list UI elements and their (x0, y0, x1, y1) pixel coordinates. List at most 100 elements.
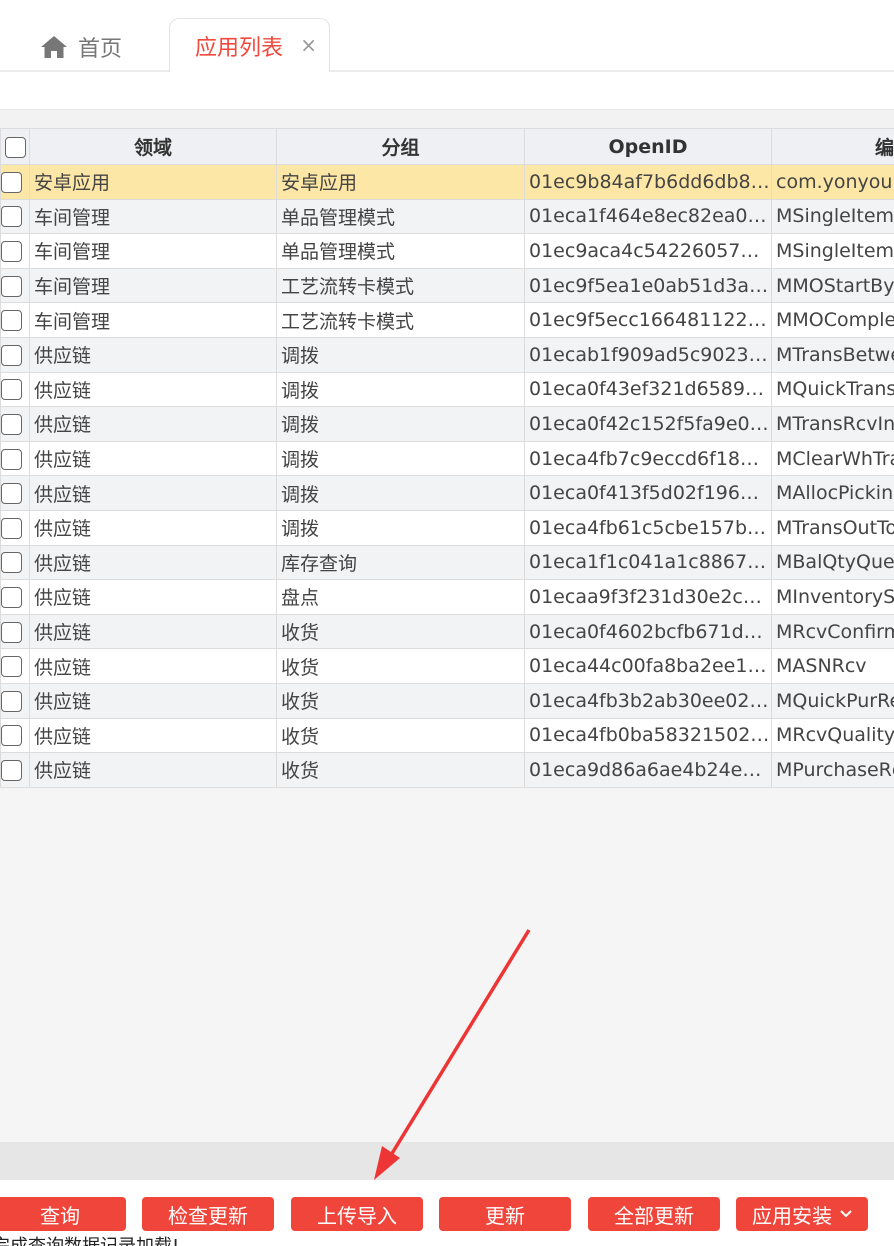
row-checkbox[interactable] (0, 544, 30, 581)
status-text: 完成查询数据记录加载! (0, 1232, 179, 1246)
cell-openid: 01ec9b84af7b6dd6db82f… (524, 164, 772, 200)
cell-openid: 01eca4fb7c9eccd6f184f… (524, 440, 772, 477)
table-row[interactable]: 车间管理 单品管理模式 01ec9aca4c5422605750… MSingleIt… (0, 233, 894, 269)
cell-domain: 安卓应用 (29, 164, 277, 200)
row-checkbox[interactable] (0, 717, 30, 754)
table-row[interactable]: 安卓应用 安卓应用 01ec9b84af7b6dd6db82f… com.yonyou… (0, 164, 894, 200)
cell-group: 安卓应用 (276, 164, 525, 200)
update-button[interactable]: 更新 (439, 1197, 571, 1231)
cell-code: MAllocPicking (771, 475, 894, 511)
cell-domain: 供应链 (29, 475, 277, 511)
cell-group: 调拨 (276, 440, 525, 477)
cell-code: com.yonyou.u (771, 164, 894, 200)
table-row[interactable]: 供应链 调拨 01ecab1f909ad5c90236f… MTransBetwe (0, 336, 894, 373)
table-row[interactable]: 供应链盘点01ecaa9f3f231d30e2c9f…MInventorySh (0, 579, 894, 615)
cell-openid: 01ec9f5ea1e0ab51d3acf… (524, 267, 772, 304)
cell-code: MTransRcvIn (771, 406, 894, 442)
table-row[interactable]: 供应链 调拨 01eca4fb7c9eccd6f184f… MClearWhTra (0, 440, 894, 477)
column-header-openid[interactable]: OpenID (524, 128, 772, 165)
upload-import-button[interactable]: 上传导入 (291, 1197, 423, 1231)
row-checkbox[interactable] (0, 579, 30, 615)
table-row[interactable]: 供应链 收货 01eca9d86a6ae4b24e75… MPurchaseRc (0, 752, 894, 788)
cell-code: MMOStartByD (771, 267, 894, 304)
cell-openid: 01eca4fb3b2ab30ee027f… (524, 682, 772, 719)
table-row[interactable]: 车间管理 单品管理模式 01eca1f464e8ec82ea02f… MSingleI… (0, 198, 894, 235)
app-window: 首页 应用列表 × 领域 分组 OpenID 编 安卓应用 安卓应用 01ec9… (0, 0, 894, 1246)
grid-area: 领域 分组 OpenID 编 安卓应用 安卓应用 01ec9b84af7b6dd6d… (0, 110, 894, 1142)
cell-code: MInventorySh (771, 579, 894, 615)
cell-domain: 车间管理 (29, 267, 277, 304)
update-all-button[interactable]: 全部更新 (588, 1197, 720, 1231)
column-header-domain[interactable]: 领域 (29, 128, 277, 165)
row-checkbox[interactable] (0, 613, 30, 650)
action-bar: 查询 检查更新 上传导入 更新 全部更新 应用安装 (0, 1180, 894, 1234)
horizontal-scrollbar[interactable] (0, 1142, 894, 1180)
cell-group: 收货 (276, 613, 525, 650)
table-row[interactable]: 供应链 调拨 01eca4fb61c5cbe157bef… MTransOutTo (0, 509, 894, 546)
row-checkbox[interactable] (0, 233, 30, 269)
cell-code: MClearWhTra (771, 440, 894, 477)
cell-openid: 01ecaa9f3f231d30e2c9f… (524, 579, 772, 615)
select-all-checkbox[interactable] (0, 128, 30, 165)
chevron-down-icon (840, 1210, 852, 1218)
table-row[interactable]: 供应链 调拨 01eca0f413f5d02f1965fa… MAllocPickin… (0, 475, 894, 511)
row-checkbox[interactable] (0, 336, 30, 373)
tab-app-list[interactable]: 应用列表 × (169, 18, 330, 72)
row-checkbox[interactable] (0, 302, 30, 338)
cell-group: 收货 (276, 717, 525, 754)
cell-openid: 01eca1f1c041a1c88672f… (524, 544, 772, 581)
row-checkbox[interactable] (0, 475, 30, 511)
table-row[interactable]: 供应链 库存查询 01eca1f1c041a1c88672f… MBalQtyQuer (0, 544, 894, 581)
column-header-code[interactable]: 编 (771, 128, 894, 165)
row-checkbox[interactable] (0, 267, 30, 304)
cell-openid: 01eca9d86a6ae4b24e75… (524, 752, 772, 788)
cell-domain: 供应链 (29, 406, 277, 442)
cell-openid: 01eca0f42c152f5fa9e0fa… (524, 406, 772, 442)
row-checkbox[interactable] (0, 198, 30, 235)
cell-code: MTransOutTo (771, 509, 894, 546)
table-row[interactable]: 供应链 调拨 01eca0f43ef321d65893f… MQuickTransI (0, 371, 894, 408)
row-checkbox[interactable] (0, 682, 30, 719)
table-row[interactable]: 供应链 调拨 01eca0f42c152f5fa9e0fa… MTransRcvIn (0, 406, 894, 442)
table-row[interactable]: 供应链收货01eca4fb0ba583215026f…MRcvQualityC (0, 717, 894, 754)
row-checkbox[interactable] (0, 164, 30, 200)
table-row[interactable]: 供应链 收货 01eca44c00fa8ba2ee11f… MASNRcv (0, 648, 894, 684)
close-icon[interactable]: × (300, 35, 317, 55)
cell-group: 调拨 (276, 371, 525, 408)
cell-group: 工艺流转卡模式 (276, 302, 525, 338)
cell-openid: 01ec9f5ecc166481122cf… (524, 302, 772, 338)
cell-group: 调拨 (276, 406, 525, 442)
cell-code: MBalQtyQuer (771, 544, 894, 581)
query-button[interactable]: 查询 (0, 1197, 126, 1231)
cell-group: 单品管理模式 (276, 198, 525, 235)
cell-domain: 供应链 (29, 336, 277, 373)
table-row[interactable]: 供应链 收货 01eca4fb3b2ab30ee027f… MQuickPurRe (0, 682, 894, 719)
tab-home[interactable]: 首页 (40, 30, 122, 64)
tab-home-label: 首页 (78, 37, 123, 62)
cell-domain: 供应链 (29, 371, 277, 408)
check-update-button[interactable]: 检查更新 (142, 1197, 274, 1231)
cell-code: MASNRcv (771, 648, 894, 684)
cell-group: 收货 (276, 682, 525, 719)
table-row[interactable]: 车间管理 工艺流转卡模式 01ec9f5ea1e0ab51d3acf… MMOStar… (0, 267, 894, 304)
cell-group: 库存查询 (276, 544, 525, 581)
toolbar-strip (0, 72, 894, 110)
app-install-button[interactable]: 应用安装 (736, 1197, 868, 1231)
row-checkbox[interactable] (0, 371, 30, 408)
cell-group: 收货 (276, 648, 525, 684)
cell-openid: 01eca0f4602bcfb671d8f… (524, 613, 772, 650)
column-header-group[interactable]: 分组 (276, 128, 525, 165)
row-checkbox[interactable] (0, 509, 30, 546)
table-row[interactable]: 供应链 收货 01eca0f4602bcfb671d8f… MRcvConfirm (0, 613, 894, 650)
row-checkbox[interactable] (0, 648, 30, 684)
cell-group: 调拨 (276, 509, 525, 546)
cell-code: MSingleItemS (771, 233, 894, 269)
cell-code: MPurchaseRc (771, 752, 894, 788)
row-checkbox[interactable] (0, 406, 30, 442)
table-row[interactable]: 车间管理 工艺流转卡模式 01ec9f5ecc166481122cf… MMOComp… (0, 302, 894, 338)
cell-domain: 供应链 (29, 717, 277, 754)
row-checkbox[interactable] (0, 440, 30, 477)
cell-openid: 01eca1f464e8ec82ea02f… (524, 198, 772, 235)
row-checkbox[interactable] (0, 752, 30, 788)
cell-code: MMOComplet (771, 302, 894, 338)
